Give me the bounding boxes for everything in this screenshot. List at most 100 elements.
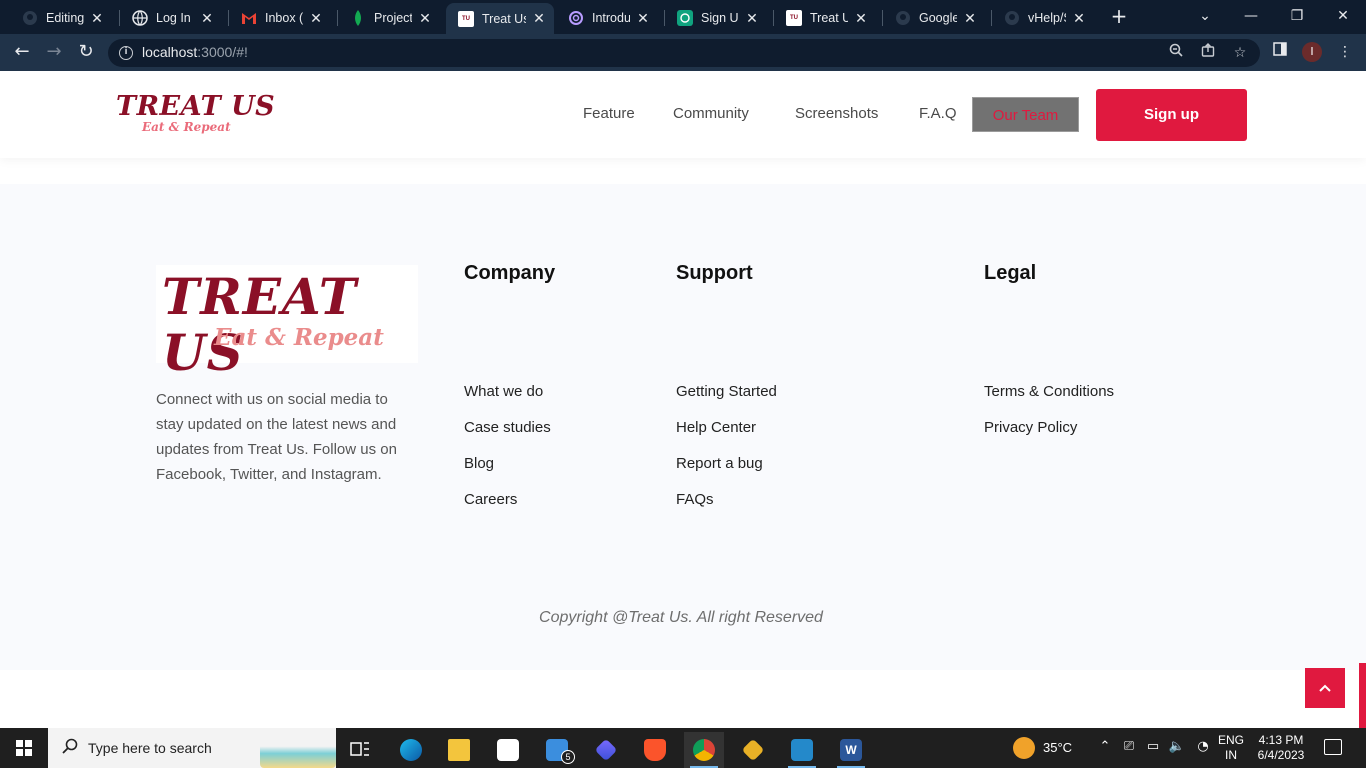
close-icon[interactable]: ✕	[200, 10, 214, 27]
weather-sun-icon[interactable]	[1013, 737, 1035, 759]
kebab-menu-icon[interactable]: ⋮	[1335, 42, 1355, 62]
address-bar[interactable]: i localhost:3000/#! ☆	[108, 39, 1260, 67]
windows-taskbar: Type here to search 5 W 35°C ⌃ ⎚ ▭ 🔈 ◔ E…	[0, 728, 1366, 768]
tab-introduction[interactable]: Introduc ✕	[556, 4, 658, 32]
power-automate-icon[interactable]	[586, 732, 626, 768]
mail-badge: 5	[561, 750, 575, 764]
clock-date: 6/4/2023	[1257, 748, 1305, 762]
site-logo[interactable]: TREAT US Eat & Repeat	[116, 93, 275, 134]
start-button[interactable]	[0, 728, 48, 768]
site-info-icon[interactable]: i	[119, 46, 133, 60]
chrome-icon[interactable]	[684, 732, 724, 768]
tab-signup[interactable]: Sign Up ✕	[665, 4, 767, 32]
footer-link-careers[interactable]: Careers	[464, 491, 517, 508]
footer-heading-legal: Legal	[984, 262, 1037, 284]
battery-icon[interactable]: ▭	[1144, 739, 1162, 754]
signup-button[interactable]: Sign up	[1096, 89, 1247, 141]
gmail-icon	[241, 10, 257, 26]
meet-now-icon[interactable]: ⎚	[1120, 739, 1138, 754]
close-icon[interactable]: ✕	[854, 10, 868, 27]
vscode-icon[interactable]	[782, 732, 822, 768]
search-placeholder: Type here to search	[88, 740, 212, 756]
close-icon[interactable]: ✕	[90, 10, 104, 27]
task-view-icon[interactable]	[340, 732, 380, 768]
git-tool-icon[interactable]	[733, 732, 773, 768]
file-explorer-icon[interactable]	[439, 732, 479, 768]
tab-search-chevron-icon[interactable]: ⌄	[1190, 4, 1220, 28]
tab-login[interactable]: Log In / ✕	[120, 4, 222, 32]
taskbar-clock[interactable]: 4:13 PM 6/4/2023	[1252, 733, 1310, 763]
volume-icon[interactable]: 🔈	[1168, 739, 1186, 754]
site-header: TREAT US Eat & Repeat Feature Community …	[0, 71, 1366, 158]
weather-temperature[interactable]: 35°C	[1043, 740, 1072, 755]
brave-browser-icon[interactable]	[635, 732, 675, 768]
close-icon[interactable]: ✕	[1072, 10, 1086, 27]
zoom-icon[interactable]	[1166, 43, 1186, 63]
back-to-top-button[interactable]	[1305, 668, 1345, 708]
footer-link-case-studies[interactable]: Case studies	[464, 419, 551, 436]
footer-logo-tagline: Eat & Repeat	[214, 324, 384, 351]
page-viewport: TREAT US Eat & Repeat Feature Community …	[0, 71, 1366, 728]
input-language-indicator[interactable]: ENG IN	[1218, 733, 1244, 763]
side-panel-icon[interactable]	[1270, 42, 1290, 62]
nav-our-team-button[interactable]: Our Team	[972, 97, 1079, 132]
footer-link-report-bug[interactable]: Report a bug	[676, 455, 763, 472]
close-icon[interactable]: ✕	[636, 10, 650, 27]
browser-tab-strip: Editing 2 ✕ Log In / ✕ Inbox (5 ✕ Projec…	[0, 0, 1366, 34]
leaf-icon	[350, 10, 366, 26]
nav-community[interactable]: Community	[673, 105, 749, 122]
footer-link-getting-started[interactable]: Getting Started	[676, 383, 777, 400]
close-window-button[interactable]: ✕	[1328, 4, 1358, 28]
new-tab-button[interactable]: +	[1108, 6, 1130, 28]
url-text[interactable]: localhost:3000/#!	[142, 44, 248, 60]
nav-feature[interactable]: Feature	[583, 105, 635, 122]
mail-icon[interactable]: 5	[537, 732, 577, 768]
show-hidden-icons-chevron-icon[interactable]: ⌃	[1096, 739, 1114, 754]
tab-label: Inbox (5	[265, 11, 303, 25]
search-highlight-beach-icon	[260, 732, 336, 768]
tab-editing[interactable]: Editing 2 ✕	[10, 4, 112, 32]
language-code: ENG	[1218, 733, 1245, 747]
footer-heading-support: Support	[676, 262, 753, 284]
minimize-button[interactable]: —	[1236, 4, 1266, 28]
notification-center-icon[interactable]	[1324, 739, 1342, 755]
footer-link-faqs[interactable]: FAQs	[676, 491, 714, 508]
logo-tagline: Eat & Repeat	[142, 120, 231, 134]
nav-faq[interactable]: F.A.Q	[919, 105, 957, 122]
spiral-icon	[568, 10, 584, 26]
close-icon[interactable]: ✕	[532, 10, 546, 27]
footer-link-terms[interactable]: Terms & Conditions	[984, 383, 1114, 400]
profile-avatar[interactable]: I	[1302, 42, 1322, 62]
back-arrow-icon[interactable]: ←	[10, 40, 34, 64]
scrollbar-thumb[interactable]	[1359, 663, 1366, 728]
tab-google[interactable]: Google- ✕	[883, 4, 985, 32]
close-icon[interactable]: ✕	[309, 10, 323, 27]
taskbar-search-box[interactable]: Type here to search	[48, 728, 336, 768]
tab-treat-us-2[interactable]: TU Treat Us ✕	[774, 4, 876, 32]
close-icon[interactable]: ✕	[418, 10, 432, 27]
edge-icon[interactable]	[391, 732, 431, 768]
footer-link-privacy[interactable]: Privacy Policy	[984, 419, 1077, 436]
close-icon[interactable]: ✕	[963, 10, 977, 27]
word-icon[interactable]: W	[831, 732, 871, 768]
share-icon[interactable]	[1198, 43, 1218, 63]
wifi-icon[interactable]: ◔	[1194, 739, 1212, 754]
forward-arrow-icon[interactable]: →	[42, 40, 66, 64]
close-icon[interactable]: ✕	[745, 10, 759, 27]
tab-label: Log In /	[156, 11, 194, 25]
footer-link-help-center[interactable]: Help Center	[676, 419, 756, 436]
footer-link-blog[interactable]: Blog	[464, 455, 494, 472]
tab-inbox[interactable]: Inbox (5 ✕	[229, 4, 331, 32]
bookmark-star-icon[interactable]: ☆	[1230, 43, 1250, 63]
tab-label: Google-	[919, 11, 957, 25]
tab-treat-us-active[interactable]: TU Treat Us ✕	[446, 3, 554, 34]
language-region: IN	[1225, 748, 1237, 762]
microsoft-store-icon[interactable]	[488, 732, 528, 768]
nav-screenshots[interactable]: Screenshots	[795, 105, 878, 122]
restore-button[interactable]: ❐	[1282, 4, 1312, 28]
tab-project[interactable]: Project A ✕	[338, 4, 440, 32]
chevron-up-icon	[1319, 684, 1331, 692]
footer-link-what-we-do[interactable]: What we do	[464, 383, 543, 400]
tab-vhelp[interactable]: vHelp/Sc ✕	[992, 4, 1094, 32]
reload-icon[interactable]: ↻	[74, 40, 98, 64]
